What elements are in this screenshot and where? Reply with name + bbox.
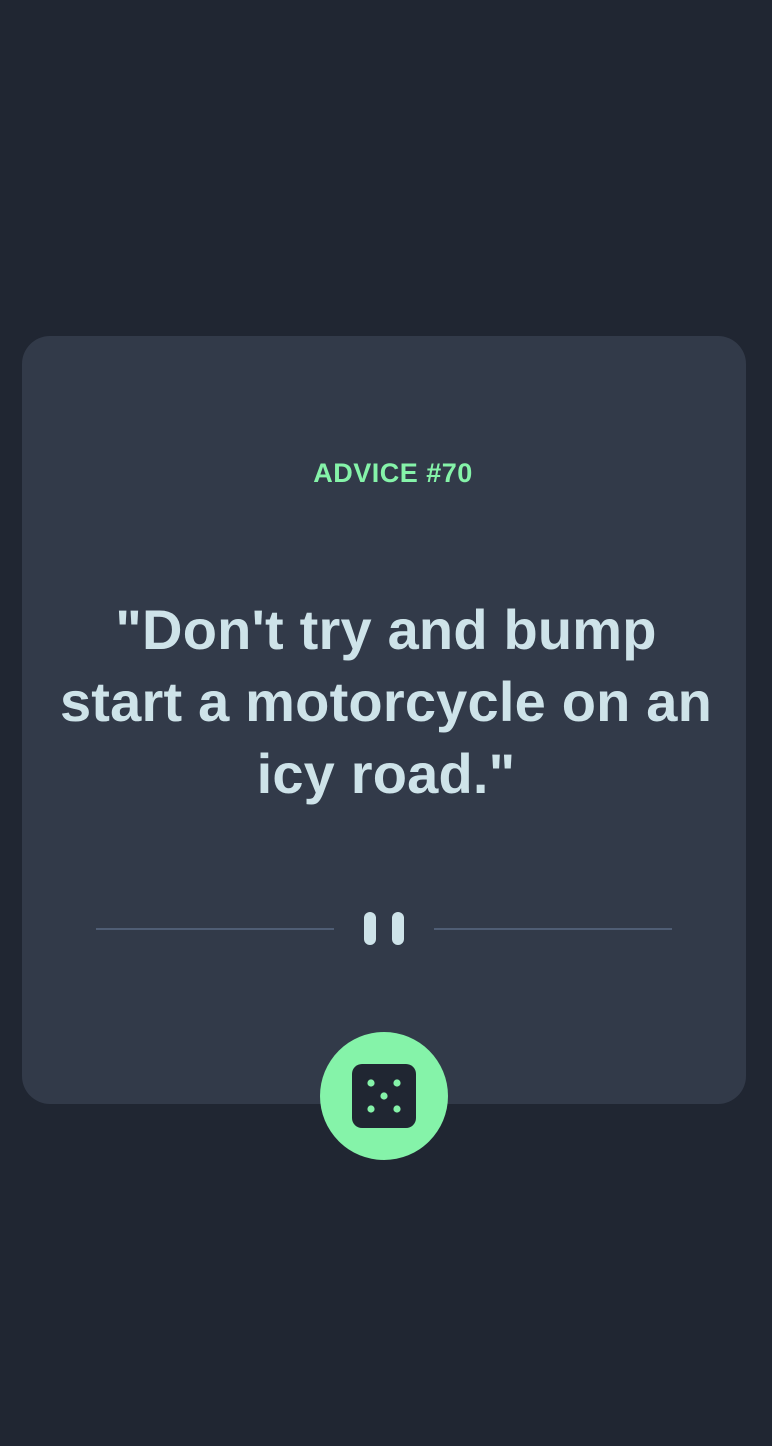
advice-number: ADVICE #70 <box>313 458 473 488</box>
pause-bar-right <box>392 912 404 945</box>
dice-icon <box>352 1064 416 1128</box>
divider <box>96 904 672 952</box>
new-advice-button[interactable] <box>320 1032 448 1160</box>
pause-bar-left <box>364 912 376 945</box>
divider-line-right <box>434 928 672 930</box>
pause-icon <box>364 912 406 946</box>
divider-line-left <box>96 928 334 930</box>
advice-quote: "Don't try and bump start a motorcycle o… <box>59 598 713 805</box>
